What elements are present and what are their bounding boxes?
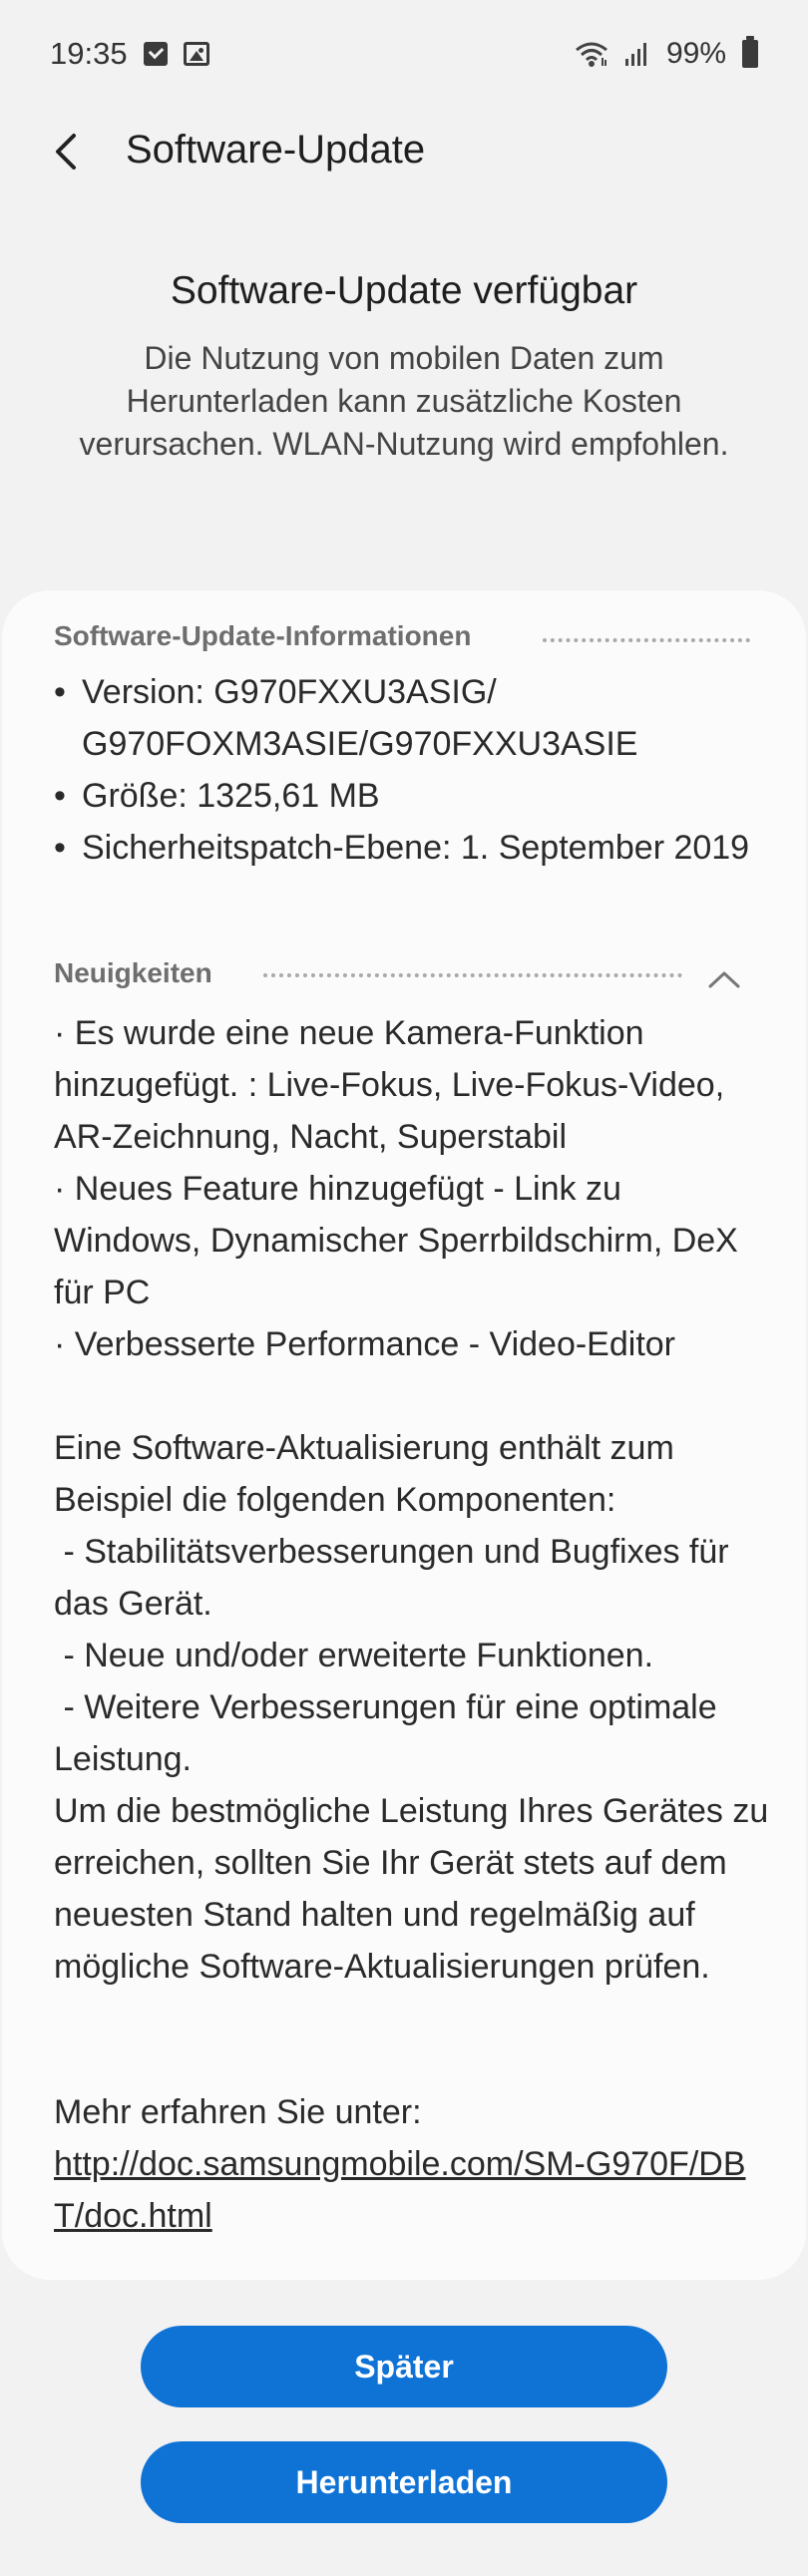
status-bar: 19:35 99%	[0, 0, 808, 108]
download-button[interactable]: Herunterladen	[141, 2441, 667, 2523]
page-title: Software-Update	[126, 128, 426, 172]
battery-icon	[742, 36, 758, 68]
battery-percentage: 99%	[665, 37, 726, 70]
status-left: 19:35	[50, 36, 209, 72]
release-notes: · Es wurde eine neue Kamera-Funktion hin…	[54, 1014, 769, 1986]
status-time: 19:35	[50, 36, 128, 71]
back-button[interactable]	[40, 126, 92, 178]
chevron-left-icon	[56, 134, 76, 170]
more-info-link[interactable]: http://doc.samsungmobile.com/SM-G970F/DB…	[54, 2138, 772, 2242]
data-usage-notice: Die Nutzung von mobilen Daten zum Herunt…	[79, 340, 729, 462]
check-icon	[143, 42, 168, 66]
info-version: Version: G970FXXU3ASIG/ G970FOXM3ASIE/G9…	[54, 666, 752, 770]
info-section-divider	[543, 638, 750, 642]
update-available-title: Software-Update verfügbar	[170, 269, 638, 312]
app-header: Software-Update	[0, 108, 808, 195]
news-section-divider	[263, 973, 682, 977]
wifi-icon	[576, 42, 607, 67]
news-section-title: Neuigkeiten	[54, 957, 212, 988]
image-icon	[183, 42, 209, 66]
update-details-card: Software-Update-Informationen Version: G…	[2, 590, 806, 2280]
info-size: Größe: 1325,61 MB	[54, 770, 752, 822]
signal-icon	[624, 43, 646, 66]
later-button[interactable]: Später	[141, 2326, 667, 2407]
status-right: 99%	[575, 36, 758, 71]
info-section-title: Software-Update-Informationen	[54, 620, 472, 651]
collapse-news-button[interactable]	[700, 959, 748, 999]
chevron-up-icon	[708, 971, 740, 988]
more-info-label: Mehr erfahren Sie unter:	[54, 2093, 422, 2131]
update-info-list: Version: G970FXXU3ASIG/ G970FOXM3ASIE/G9…	[54, 666, 752, 874]
info-security-patch: Sicherheitspatch-Ebene: 1. September 201…	[54, 822, 752, 874]
